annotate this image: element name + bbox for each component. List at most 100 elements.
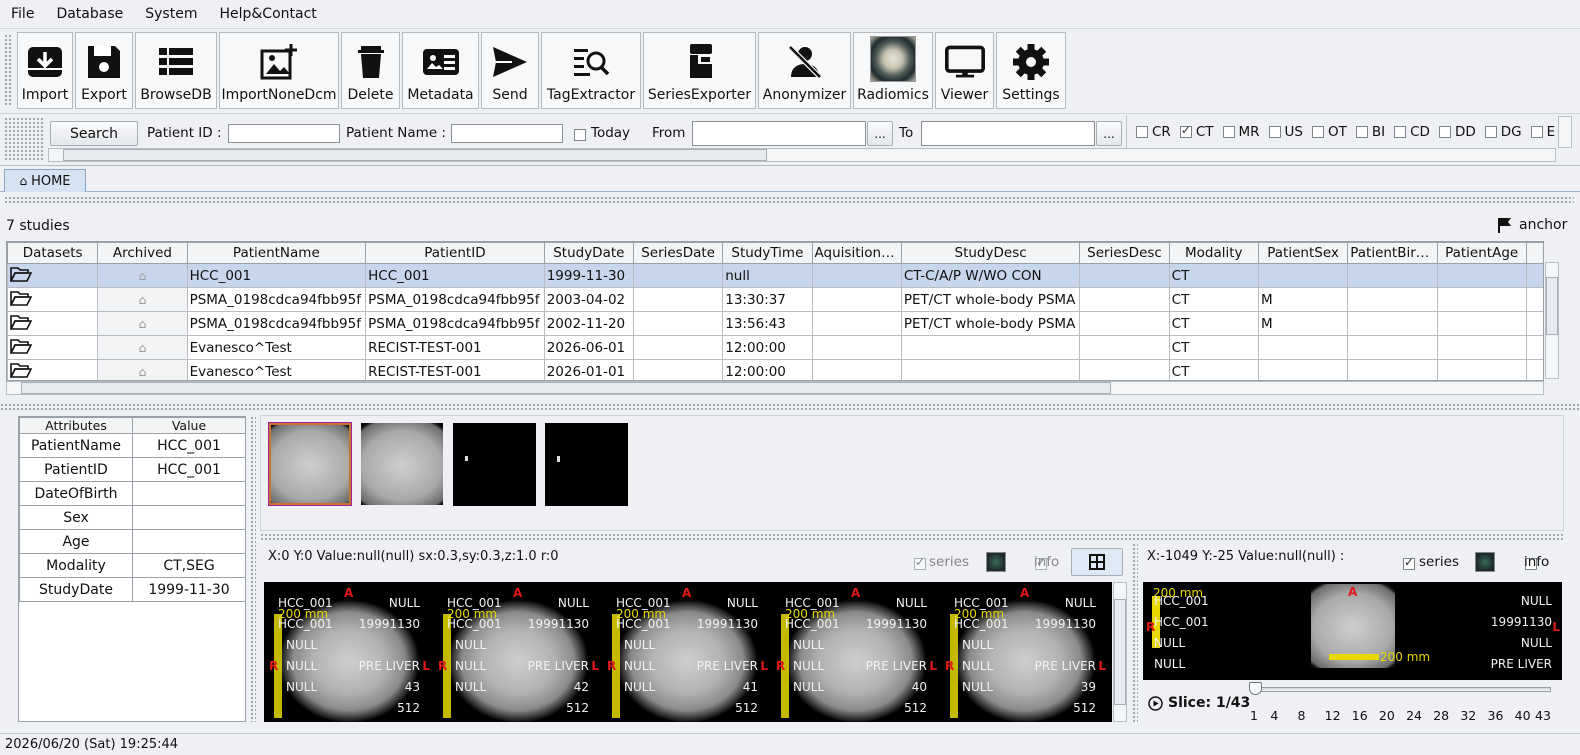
- table-cell[interactable]: HCC_001: [365, 263, 545, 288]
- table-row[interactable]: ⌂ Evanesco^Test RECIST-TEST-001 2026-01-01 1…: [7, 359, 1543, 380]
- table-cell[interactable]: 13:56:43: [722, 311, 813, 336]
- scrollbar-thumb[interactable]: [21, 382, 1111, 394]
- modality-ot-filter[interactable]: OT: [1311, 124, 1347, 140]
- tag-extractor-button[interactable]: TagExtractor: [541, 32, 641, 109]
- export-button[interactable]: Export: [75, 32, 133, 109]
- table-cell[interactable]: [1257, 335, 1349, 360]
- modality-checkbox[interactable]: [1438, 126, 1451, 138]
- table-row[interactable]: ⌂ PSMA_0198cdca94fbb95f PSMA_0198cdca94fbb…: [7, 311, 1543, 336]
- series-checkbox[interactable]: [914, 555, 926, 570]
- table-cell[interactable]: [1079, 287, 1170, 312]
- table-cell[interactable]: [1525, 335, 1543, 360]
- thumbnail-splitter[interactable]: [260, 533, 1564, 540]
- modality-checkbox[interactable]: [1222, 126, 1235, 138]
- table-row[interactable]: ⌂ HCC_001 HCC_001 1999-11-30 null CT-C/A/P W/…: [7, 263, 1543, 288]
- send-button[interactable]: Send: [481, 32, 539, 109]
- modality-dg-filter[interactable]: DG: [1484, 124, 1522, 140]
- table-cell[interactable]: 1999-11-30: [543, 263, 634, 288]
- table-cell[interactable]: ⌂: [97, 335, 188, 360]
- settings-button[interactable]: Settings: [996, 32, 1066, 109]
- modality-bi-filter[interactable]: BI: [1355, 124, 1385, 140]
- column-header[interactable]: PatientAge: [1436, 242, 1527, 264]
- table-cell[interactable]: PET/CT whole-body PSMA: [900, 311, 1081, 336]
- column-header[interactable]: PatientBirth...: [1347, 242, 1438, 264]
- patient-name-input[interactable]: [451, 124, 563, 143]
- slice-slider-thumb[interactable]: [1249, 682, 1262, 695]
- table-cell[interactable]: [7, 335, 99, 360]
- column-header[interactable]: SeriesDate: [632, 242, 724, 264]
- modality-e-filter[interactable]: E: [1530, 124, 1555, 140]
- table-cell[interactable]: [632, 359, 724, 380]
- table-cell[interactable]: PSMA_0198cdca94fbb95f: [365, 311, 545, 336]
- modality-cd-filter[interactable]: CD: [1394, 124, 1430, 140]
- table-cell[interactable]: [1079, 311, 1170, 336]
- table-cell[interactable]: CT: [1168, 359, 1259, 380]
- viewer-splitter[interactable]: [1132, 543, 1138, 723]
- table-cell[interactable]: [1257, 263, 1349, 288]
- image-tile[interactable]: HCC_001 200 mm HCC_001 NULL NULL NULL NULL 1999…: [940, 582, 1109, 722]
- anonymizer-button[interactable]: Anonymizer: [758, 32, 851, 109]
- series-thumbnail[interactable]: [545, 423, 628, 506]
- image-viewport-right[interactable]: 200 mm 200 mm HCC_001 HCC_001 NULL NULL …: [1143, 582, 1562, 680]
- column-header[interactable]: Modality: [1168, 242, 1259, 264]
- vertical-splitter[interactable]: [250, 416, 256, 722]
- image-tile[interactable]: HCC_001 200 mm HCC_001 NULL NULL NULL NULL 1999…: [433, 582, 602, 722]
- modality-checkbox[interactable]: [1484, 126, 1497, 138]
- modality-checkbox[interactable]: [1179, 124, 1192, 138]
- radiomics-button[interactable]: Radiomics: [853, 32, 933, 109]
- table-cell[interactable]: [1079, 263, 1170, 288]
- table-cell[interactable]: RECIST-TEST-001: [365, 359, 545, 380]
- color-lut-icon[interactable]: [1475, 552, 1495, 572]
- to-date-input[interactable]: [921, 121, 1095, 146]
- table-cell[interactable]: CT: [1168, 335, 1259, 360]
- table-cell[interactable]: [632, 263, 724, 288]
- table-cell[interactable]: [1436, 335, 1527, 360]
- column-header[interactable]: Datasets: [7, 242, 99, 264]
- search-button[interactable]: Search: [50, 121, 138, 146]
- import-button[interactable]: Import: [17, 32, 73, 109]
- column-header[interactable]: Ir: [1525, 242, 1543, 264]
- column-header[interactable]: PatientSex: [1257, 242, 1349, 264]
- table-cell[interactable]: [811, 287, 902, 312]
- table-cell[interactable]: [1347, 287, 1438, 312]
- menu-help-contact[interactable]: Help&Contact: [208, 6, 327, 22]
- table-cell[interactable]: M: [1257, 311, 1349, 336]
- column-header[interactable]: StudyDate: [543, 242, 634, 264]
- table-cell[interactable]: [7, 359, 99, 380]
- color-lut-icon[interactable]: [986, 552, 1006, 572]
- metadata-button[interactable]: Metadata: [402, 32, 479, 109]
- table-cell[interactable]: 2026-06-01: [543, 335, 634, 360]
- series-thumbnail[interactable]: [453, 423, 536, 506]
- table-cell[interactable]: [1436, 263, 1527, 288]
- today-checkbox[interactable]: [574, 128, 586, 141]
- table-cell[interactable]: PSMA_0198cdca94fbb95f: [186, 311, 367, 336]
- column-header[interactable]: AquisitionD...: [811, 242, 902, 264]
- table-cell[interactable]: RECIST-TEST-001: [365, 335, 545, 360]
- table-cell[interactable]: [7, 311, 99, 336]
- image-tile[interactable]: HCC_001 200 mm HCC_001 NULL NULL NULL NULL 1999…: [264, 582, 433, 722]
- studies-vertical-scrollbar[interactable]: [1545, 262, 1559, 379]
- viewer-vertical-scrollbar[interactable]: [1113, 582, 1127, 722]
- table-cell[interactable]: [7, 287, 99, 312]
- from-date-input[interactable]: [692, 121, 866, 146]
- table-row[interactable]: ⌂ PSMA_0198cdca94fbb95f PSMA_0198cdca94fbb…: [7, 287, 1543, 312]
- table-cell[interactable]: [1347, 263, 1438, 288]
- table-row[interactable]: ⌂ Evanesco^Test RECIST-TEST-001 2026-06-01 1…: [7, 335, 1543, 360]
- table-cell[interactable]: [1347, 359, 1438, 380]
- from-date-picker-button[interactable]: ...: [867, 121, 893, 146]
- table-cell[interactable]: 2026-01-01: [543, 359, 634, 380]
- table-cell[interactable]: PSMA_0198cdca94fbb95f: [365, 287, 545, 312]
- table-cell[interactable]: [900, 335, 1081, 360]
- table-cell[interactable]: 2003-04-02: [543, 287, 634, 312]
- anchor-toggle[interactable]: anchor: [1497, 217, 1567, 233]
- viewer-button[interactable]: Viewer: [935, 32, 994, 109]
- table-cell[interactable]: ⌂: [97, 311, 188, 336]
- table-cell[interactable]: [1436, 311, 1527, 336]
- modality-ct-filter[interactable]: CT: [1179, 124, 1214, 140]
- table-cell[interactable]: 12:00:00: [722, 335, 813, 360]
- modality-checkbox[interactable]: [1136, 126, 1148, 138]
- table-cell[interactable]: [1347, 311, 1438, 336]
- table-cell[interactable]: [1257, 359, 1349, 380]
- table-cell[interactable]: CT: [1168, 287, 1259, 312]
- studies-horizontal-scrollbar[interactable]: [6, 381, 1544, 395]
